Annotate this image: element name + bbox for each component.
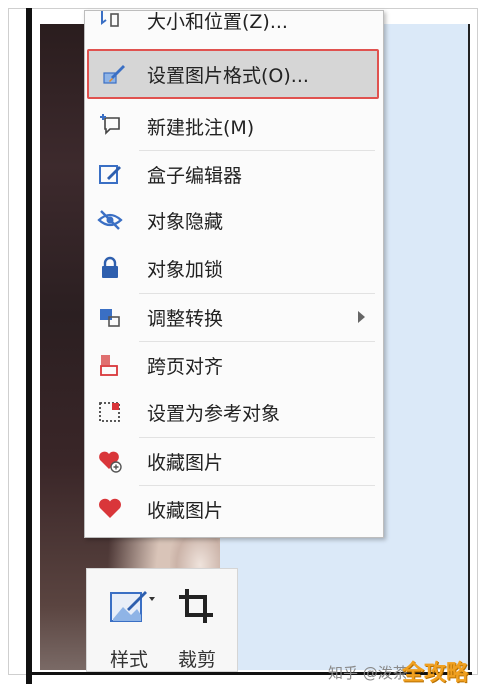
menu-item-label: 设置图片格式(O)... <box>147 64 309 87</box>
window-edge <box>26 8 32 684</box>
menu-item-label: 盒子编辑器 <box>147 164 243 187</box>
favorite-heart-icon <box>97 496 123 522</box>
reference-object-icon <box>97 399 123 425</box>
cross-page-align-icon <box>97 352 123 378</box>
menu-item-cross-page-align[interactable]: 跨页对齐 <box>85 342 383 388</box>
menu-item-favorite-image-add[interactable]: 收藏图片 <box>85 438 383 484</box>
format-picture-icon <box>101 61 127 87</box>
crop-icon <box>175 585 219 629</box>
favorite-add-icon <box>97 448 123 474</box>
menu-item-new-comment[interactable]: 新建批注(M) <box>85 103 383 149</box>
menu-item-label: 对象隐藏 <box>147 210 224 233</box>
menu-item-size-position[interactable]: 大小和位置(Z)... <box>85 0 383 43</box>
context-menu: 大小和位置(Z)... 设置图片格式(O)... 新建批注(M) 盒子编辑器 对… <box>84 10 384 538</box>
menu-item-set-reference[interactable]: 设置为参考对象 <box>85 389 383 435</box>
style-button[interactable]: 样式 <box>99 579 159 671</box>
menu-item-favorite-image[interactable]: 收藏图片 <box>85 486 383 532</box>
menu-item-box-editor[interactable]: 盒子编辑器 <box>85 151 383 197</box>
menu-item-label: 新建批注(M) <box>147 116 255 139</box>
lock-icon <box>97 255 123 281</box>
menu-item-label: 跨页对齐 <box>147 355 224 378</box>
watermark-text: 知乎 @泼茶 <box>328 664 408 682</box>
picture-style-icon <box>107 585 155 629</box>
menu-item-hide-object[interactable]: 对象隐藏 <box>85 197 383 243</box>
crop-button[interactable]: 裁剪 <box>167 579 227 671</box>
picture-toolbar: 样式 裁剪 <box>86 568 238 672</box>
menu-item-label: 调整转换 <box>147 307 224 330</box>
menu-item-lock-object[interactable]: 对象加锁 <box>85 245 383 291</box>
watermark-logo: 全攻略 <box>402 661 469 686</box>
adjust-convert-icon <box>97 304 123 330</box>
crop-button-label: 裁剪 <box>177 649 216 671</box>
hide-eye-icon <box>97 207 123 233</box>
menu-item-label: 大小和位置(Z)... <box>147 10 288 33</box>
menu-item-label: 设置为参考对象 <box>147 402 281 425</box>
menu-item-label: 对象加锁 <box>147 258 224 281</box>
style-button-label: 样式 <box>109 649 148 671</box>
menu-item-format-picture[interactable]: 设置图片格式(O)... <box>87 49 379 99</box>
menu-item-label: 收藏图片 <box>147 451 224 474</box>
document-border <box>468 24 470 670</box>
size-position-icon <box>97 7 123 33</box>
menu-item-adjust-convert[interactable]: 调整转换 <box>85 294 383 340</box>
new-comment-icon <box>97 113 123 139</box>
edit-box-icon <box>97 161 123 187</box>
menu-item-label: 收藏图片 <box>147 499 224 522</box>
submenu-arrow-icon <box>358 311 365 323</box>
